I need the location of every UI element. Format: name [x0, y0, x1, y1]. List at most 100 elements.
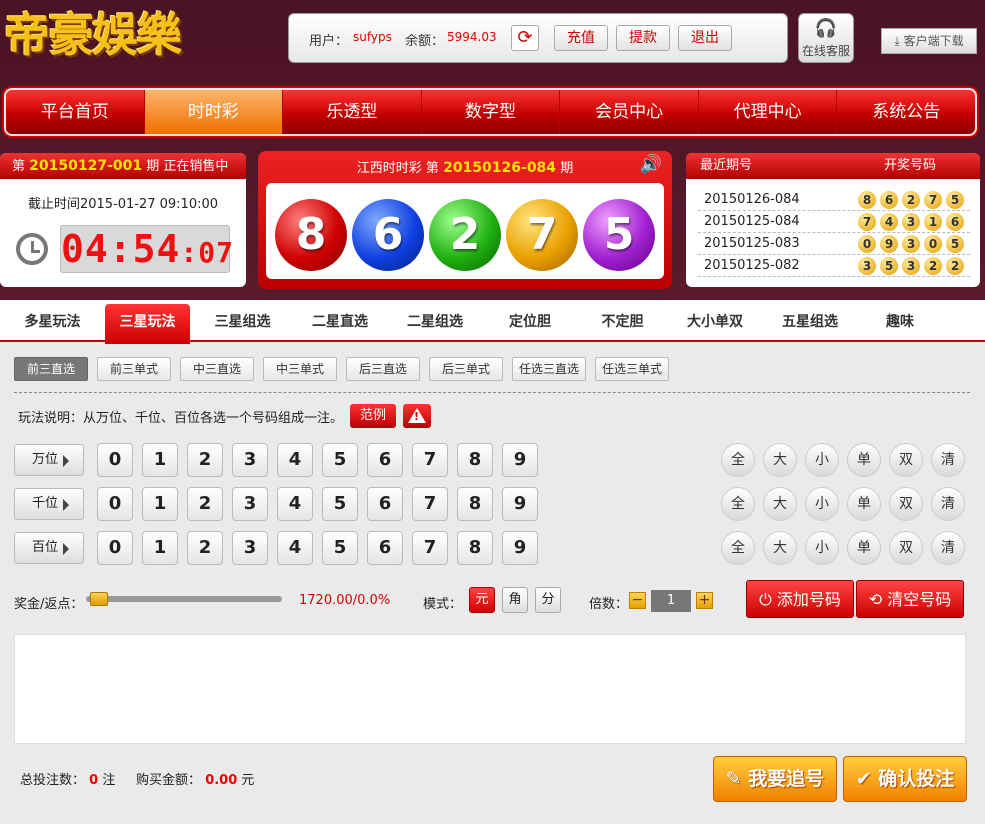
tab-two-direct[interactable]: 二星直选: [295, 300, 385, 340]
speaker-icon[interactable]: 🔊: [640, 154, 662, 175]
tab-two-group[interactable]: 二星组选: [385, 300, 485, 340]
quick-filter-button[interactable]: 全: [721, 487, 755, 521]
position-label[interactable]: 百位: [14, 532, 84, 564]
digit-button[interactable]: 2: [187, 487, 223, 521]
warning-icon[interactable]: [403, 404, 431, 428]
digit-button[interactable]: 5: [322, 443, 358, 477]
position-label[interactable]: 千位: [14, 488, 84, 520]
tab-unfixed[interactable]: 不定胆: [575, 300, 670, 340]
digit-button[interactable]: 1: [142, 531, 178, 565]
subtab-back-single[interactable]: 后三单式: [429, 357, 503, 381]
deposit-button[interactable]: 充值: [554, 25, 608, 51]
site-logo[interactable]: 帝豪娛樂: [4, 4, 244, 66]
subtab-any-direct[interactable]: 任选三直选: [512, 357, 586, 381]
client-download-button[interactable]: ⤓ 客户端下载: [881, 28, 977, 54]
digit-button[interactable]: 6: [367, 487, 403, 521]
digit-button[interactable]: 3: [232, 443, 268, 477]
digit-button[interactable]: 4: [277, 443, 313, 477]
digit-button[interactable]: 0: [97, 487, 133, 521]
quick-filter-button[interactable]: 大: [763, 443, 797, 477]
tab-five-group[interactable]: 五星组选: [760, 300, 860, 340]
clear-numbers-button[interactable]: ⟲ 清空号码: [856, 580, 964, 618]
tab-fun[interactable]: 趣味: [860, 300, 940, 340]
quick-filter-button[interactable]: 全: [721, 443, 755, 477]
tab-multi-star[interactable]: 多星玩法: [0, 300, 105, 340]
mode-jiao[interactable]: 角: [502, 587, 528, 613]
mode-yuan[interactable]: 元: [469, 587, 495, 613]
confirm-bet-button[interactable]: ✔ 确认投注: [843, 756, 967, 802]
nav-agent[interactable]: 代理中心: [699, 90, 838, 134]
nav-notice[interactable]: 系统公告: [837, 90, 975, 134]
logout-button[interactable]: 退出: [678, 25, 732, 51]
selected-numbers-box[interactable]: [14, 634, 966, 744]
mode-fen[interactable]: 分: [535, 587, 561, 613]
nav-home[interactable]: 平台首页: [6, 90, 145, 134]
quick-filter-button[interactable]: 小: [805, 443, 839, 477]
quick-filter-button[interactable]: 大: [763, 487, 797, 521]
withdraw-button[interactable]: 提款: [616, 25, 670, 51]
digit-button[interactable]: 1: [142, 443, 178, 477]
digit-button[interactable]: 9: [502, 443, 538, 477]
multiple-plus[interactable]: +: [696, 592, 713, 609]
digit-button[interactable]: 8: [457, 443, 493, 477]
quick-filter-button[interactable]: 双: [889, 531, 923, 565]
quick-filter-button[interactable]: 小: [805, 531, 839, 565]
tab-three-group[interactable]: 三星组选: [190, 300, 295, 340]
caret-right-icon: [63, 499, 69, 511]
digit-button[interactable]: 4: [277, 487, 313, 521]
nav-ssc[interactable]: 时时彩: [144, 90, 284, 134]
digit-button[interactable]: 0: [97, 443, 133, 477]
nav-digital[interactable]: 数字型: [422, 90, 561, 134]
digit-button[interactable]: 5: [322, 487, 358, 521]
quick-filter-button[interactable]: 单: [847, 487, 881, 521]
nav-member[interactable]: 会员中心: [560, 90, 699, 134]
subtab-back-direct[interactable]: 后三直选: [346, 357, 420, 381]
digit-button[interactable]: 2: [187, 443, 223, 477]
subtab-mid-direct[interactable]: 中三直选: [180, 357, 254, 381]
digit-button[interactable]: 6: [367, 531, 403, 565]
quick-filter-button[interactable]: 小: [805, 487, 839, 521]
digit-button[interactable]: 3: [232, 487, 268, 521]
quick-filter-button[interactable]: 清: [931, 443, 965, 477]
tab-position[interactable]: 定位胆: [485, 300, 575, 340]
multiple-minus[interactable]: −: [629, 592, 646, 609]
digit-button[interactable]: 4: [277, 531, 313, 565]
subtab-front-direct[interactable]: 前三直选: [14, 357, 88, 381]
digit-button[interactable]: 8: [457, 531, 493, 565]
quick-filter-button[interactable]: 单: [847, 443, 881, 477]
digit-button[interactable]: 2: [187, 531, 223, 565]
digit-button[interactable]: 7: [412, 487, 448, 521]
add-numbers-button[interactable]: ⏻ 添加号码: [746, 580, 854, 618]
subtab-any-single[interactable]: 任选三单式: [595, 357, 669, 381]
digit-button[interactable]: 9: [502, 487, 538, 521]
tab-three-star[interactable]: 三星玩法: [105, 304, 190, 344]
quick-filter-button[interactable]: 双: [889, 443, 923, 477]
chase-button[interactable]: ✎ 我要追号: [713, 756, 837, 802]
digit-button[interactable]: 9: [502, 531, 538, 565]
quick-filter-button[interactable]: 全: [721, 531, 755, 565]
customer-service-button[interactable]: 🎧 在线客服: [798, 13, 854, 63]
digit-button[interactable]: 7: [412, 531, 448, 565]
digit-button[interactable]: 5: [322, 531, 358, 565]
digit-button[interactable]: 6: [367, 443, 403, 477]
quick-filter-button[interactable]: 单: [847, 531, 881, 565]
subtab-mid-single[interactable]: 中三单式: [263, 357, 337, 381]
quick-filter-button[interactable]: 双: [889, 487, 923, 521]
digit-button[interactable]: 0: [97, 531, 133, 565]
digit-button[interactable]: 3: [232, 531, 268, 565]
quick-filter-button[interactable]: 清: [931, 487, 965, 521]
digit-button[interactable]: 7: [412, 443, 448, 477]
multiple-input[interactable]: 1: [651, 590, 691, 612]
refresh-icon[interactable]: ⟳: [511, 25, 539, 51]
tab-big-small[interactable]: 大小单双: [670, 300, 760, 340]
quick-filter-button[interactable]: 清: [931, 531, 965, 565]
example-button[interactable]: 范例: [350, 404, 396, 428]
subtab-front-single[interactable]: 前三单式: [97, 357, 171, 381]
nav-lotto[interactable]: 乐透型: [283, 90, 422, 134]
digit-button[interactable]: 8: [457, 487, 493, 521]
digit-button[interactable]: 1: [142, 487, 178, 521]
bonus-slider-handle[interactable]: [89, 592, 108, 606]
bonus-slider-track[interactable]: [86, 596, 282, 602]
quick-filter-button[interactable]: 大: [763, 531, 797, 565]
position-label[interactable]: 万位: [14, 444, 84, 476]
